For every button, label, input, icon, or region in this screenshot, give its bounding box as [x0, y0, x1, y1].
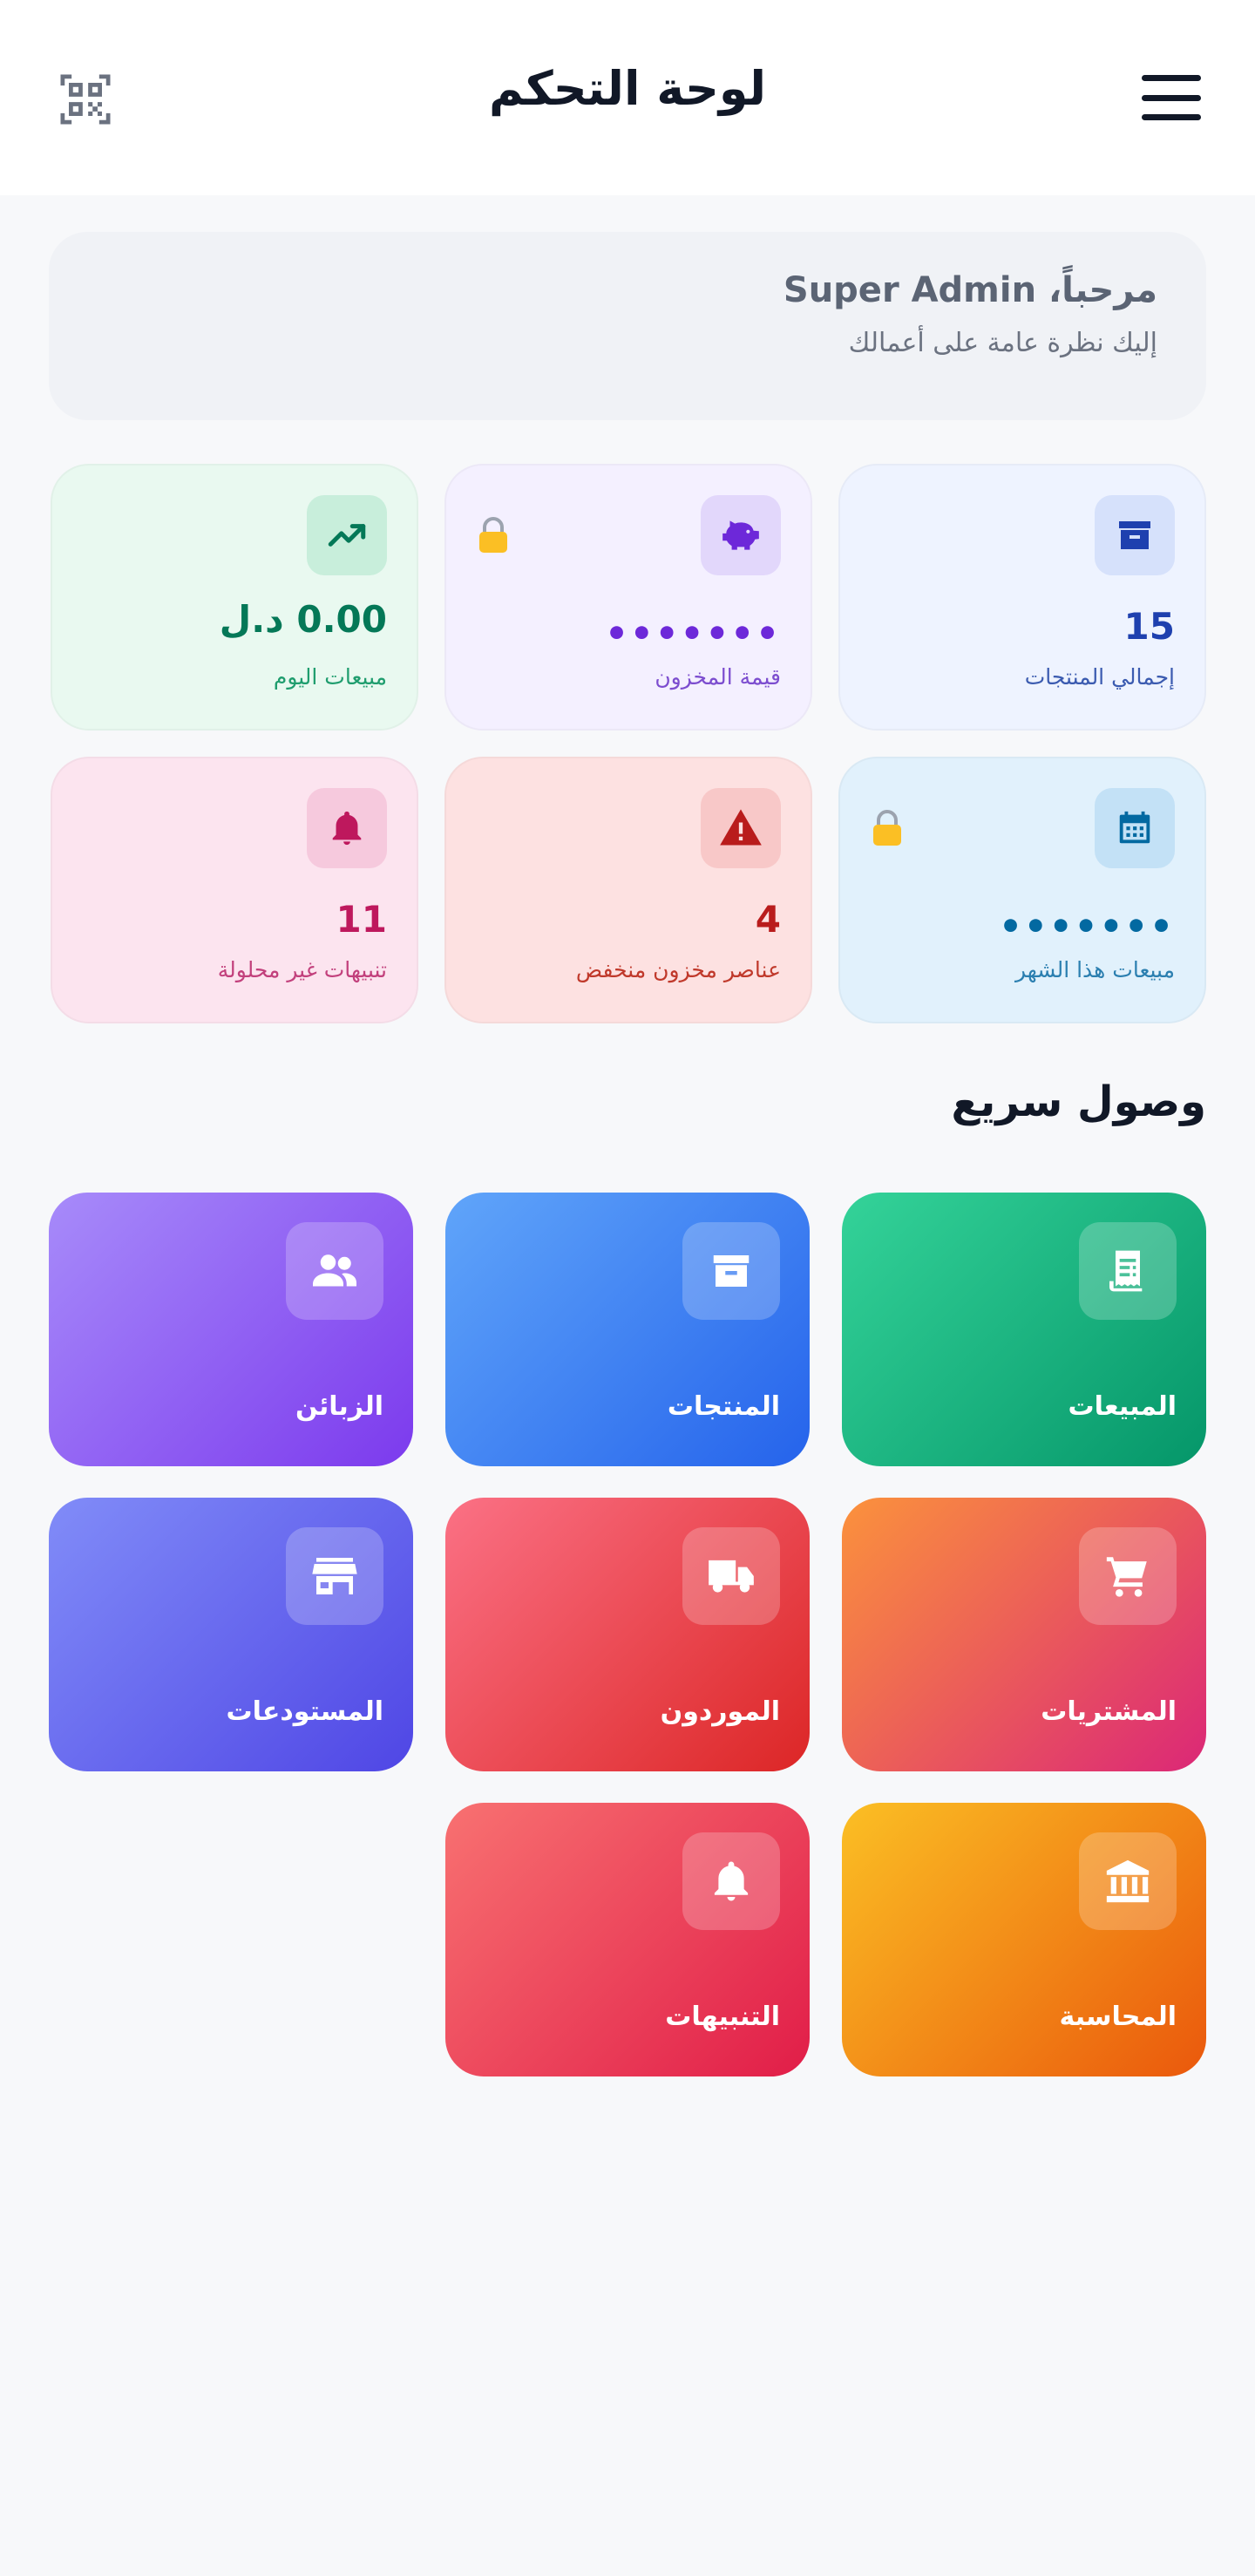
archive-box-icon	[682, 1222, 780, 1320]
stat-label: قيمة المخزون	[655, 664, 781, 690]
tile-label: التنبيهات	[665, 2002, 780, 2032]
stat-value: 15	[1123, 605, 1175, 648]
archive-box-icon	[1095, 495, 1175, 575]
quick-tile-purchases[interactable]: المشتريات	[842, 1498, 1206, 1771]
warning-triangle-icon	[701, 788, 781, 868]
tile-label: المشتريات	[1041, 1696, 1177, 1727]
piggy-bank-icon	[701, 495, 781, 575]
menu-button[interactable]	[1142, 75, 1201, 120]
bell-icon	[307, 788, 387, 868]
stat-card-month-sales[interactable]: ••••••• مبيعات هذا الشهر	[838, 757, 1206, 1023]
quick-tile-customers[interactable]: الزبائن	[49, 1193, 413, 1466]
stat-value: 11	[336, 898, 387, 941]
tile-label: الزبائن	[295, 1391, 383, 1422]
welcome-card: مرحباً، Super Admin إليك نظرة عامة على أ…	[49, 232, 1206, 420]
quick-tile-suppliers[interactable]: الموردون	[445, 1498, 810, 1771]
quick-access-title: وصول سريع	[951, 1077, 1206, 1126]
hamburger-menu-icon	[1142, 75, 1201, 81]
stat-card-today-sales[interactable]: 0.00 د.ل مبيعات اليوم	[51, 464, 418, 731]
calendar-icon	[1095, 788, 1175, 868]
stat-value: 0.00 د.ل	[219, 598, 387, 641]
stat-card-low-stock[interactable]: 4 عناصر مخزون منخفض	[444, 757, 812, 1023]
stat-value: 4	[755, 898, 781, 941]
stat-card-unresolved-alerts[interactable]: 11 تنبيهات غير محلولة	[51, 757, 418, 1023]
quick-tile-accounting[interactable]: المحاسبة	[842, 1803, 1206, 2076]
lock-icon	[873, 810, 901, 846]
receipt-icon	[1079, 1222, 1177, 1320]
stat-label: إجمالي المنتجات	[1024, 664, 1175, 690]
quick-tile-alerts[interactable]: التنبيهات	[445, 1803, 810, 2076]
tile-label: الموردون	[660, 1696, 780, 1727]
page-title: لوحة التحكم	[488, 61, 767, 116]
stat-label: مبيعات اليوم	[273, 664, 387, 690]
tile-label: المحاسبة	[1059, 2002, 1177, 2032]
tile-label: المبيعات	[1068, 1391, 1177, 1422]
stat-value-hidden: •••••••	[999, 905, 1175, 948]
quick-tile-products[interactable]: المنتجات	[445, 1193, 810, 1466]
people-icon	[286, 1222, 383, 1320]
stat-label: مبيعات هذا الشهر	[1014, 957, 1175, 982]
welcome-greeting: مرحباً، Super Admin	[783, 270, 1157, 310]
bell-icon	[682, 1832, 780, 1930]
shopping-cart-icon	[1079, 1527, 1177, 1625]
lock-icon	[479, 517, 507, 553]
stat-value-hidden: •••••••	[605, 612, 781, 655]
stat-card-total-products[interactable]: 15 إجمالي المنتجات	[838, 464, 1206, 731]
hamburger-line	[1142, 114, 1201, 120]
welcome-subtitle: إليك نظرة عامة على أعمالك	[848, 328, 1157, 358]
tile-label: المستودعات	[226, 1696, 383, 1727]
quick-tile-sales[interactable]: المبيعات	[842, 1193, 1206, 1466]
tile-label: المنتجات	[667, 1391, 780, 1422]
bank-icon	[1079, 1832, 1177, 1930]
quick-tile-warehouses[interactable]: المستودعات	[49, 1498, 413, 1771]
stat-label: تنبيهات غير محلولة	[217, 957, 387, 982]
top-app-bar: لوحة التحكم	[0, 0, 1255, 195]
stat-label: عناصر مخزون منخفض	[575, 957, 781, 982]
trending-up-icon	[307, 495, 387, 575]
hamburger-line	[1142, 94, 1201, 101]
stat-card-inventory-value[interactable]: ••••••• قيمة المخزون	[444, 464, 812, 731]
store-icon	[286, 1527, 383, 1625]
truck-icon	[682, 1527, 780, 1625]
